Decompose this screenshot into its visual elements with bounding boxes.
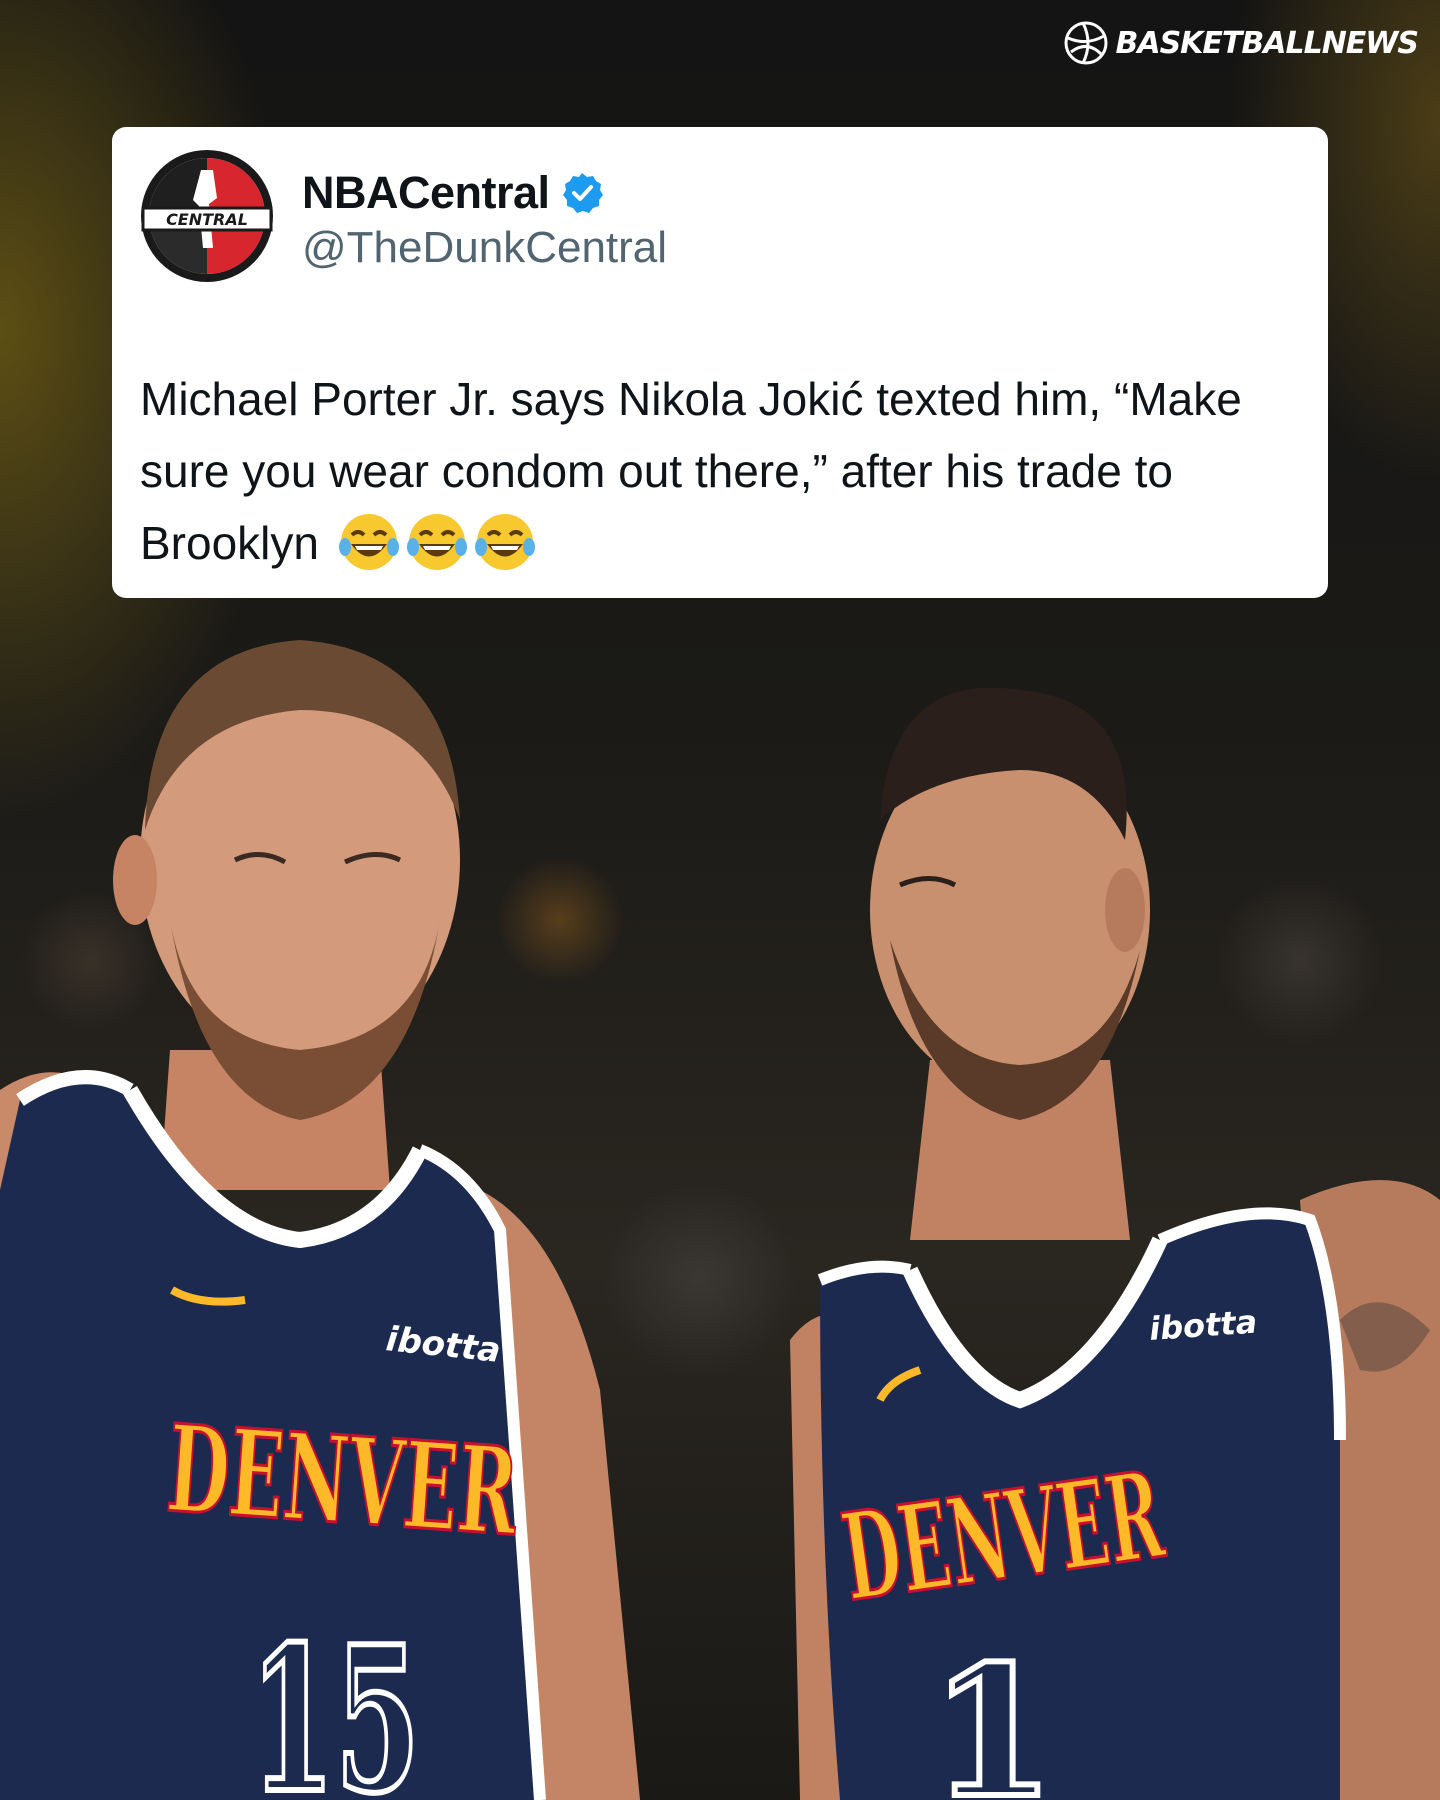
laughing-emoji-icon [338, 511, 400, 573]
tweet-card[interactable]: CENTRAL NBACentral @TheDunkCentral Micha… [112, 127, 1328, 598]
basketball-icon [1064, 21, 1108, 65]
tweet-body: Michael Porter Jr. says Nikola Jokić tex… [140, 363, 1300, 579]
sponsor-logo-right: ibotta [1148, 1303, 1258, 1348]
laughing-emoji-icon [406, 511, 468, 573]
brand-name: BASKETBALLNEWS [1115, 25, 1419, 61]
author-name[interactable]: NBACentral [302, 167, 550, 219]
avatar[interactable]: CENTRAL [139, 148, 275, 284]
tweet-text: Michael Porter Jr. says Nikola Jokić tex… [140, 373, 1242, 569]
jersey-number-right: 1 [930, 1627, 1055, 1800]
avatar-text: CENTRAL [166, 210, 248, 229]
player-right-photo: ibotta DENVER 1 [790, 687, 1440, 1800]
brand-logo: BASKETBALLNEWS [1063, 20, 1419, 66]
jersey-number-left: 15 [250, 1603, 420, 1800]
verified-badge-icon [562, 173, 603, 213]
player-left-photo: ibotta DENVER 15 [0, 640, 640, 1800]
author-row: NBACentral [302, 167, 604, 219]
laughing-emoji-icon [474, 511, 536, 573]
jersey-team-left: DENVER [163, 1398, 523, 1563]
author-handle[interactable]: @TheDunkCentral [302, 223, 667, 273]
